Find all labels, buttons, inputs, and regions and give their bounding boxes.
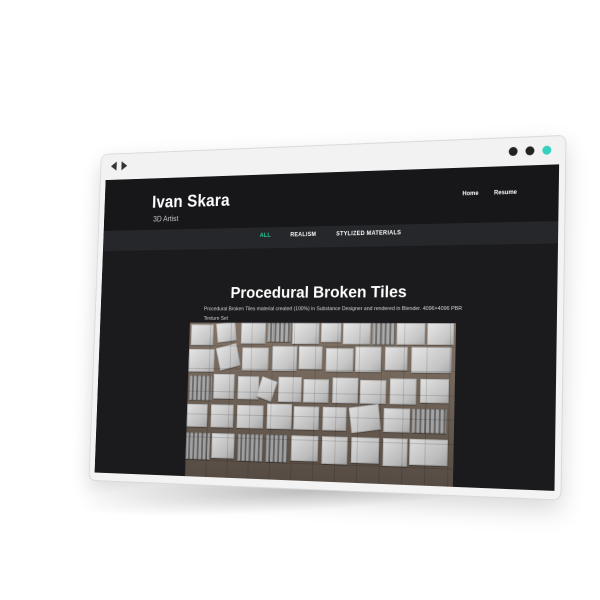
filter-stylized-materials[interactable]: STYLIZED MATERIALS <box>336 230 401 237</box>
top-navigation: Home Resume <box>462 190 517 198</box>
home-link[interactable]: Home <box>462 191 478 197</box>
window-dot-right[interactable] <box>542 145 552 155</box>
resume-link[interactable]: Resume <box>494 190 517 197</box>
browser-frame: Ivan Skara 3D Artist Home Resume ALL REA… <box>88 134 567 501</box>
window-dot-left[interactable] <box>508 146 518 157</box>
filter-realism[interactable]: REALISM <box>290 232 316 238</box>
browser-navigation <box>110 161 128 171</box>
project-description: Procedural Broken Tiles material created… <box>203 305 463 322</box>
stage: Ivan Skara 3D Artist Home Resume ALL REA… <box>0 0 600 600</box>
window-dot-middle[interactable] <box>525 146 535 156</box>
category-filters: ALL REALISM STYLIZED MATERIALS <box>260 230 402 239</box>
window-controls <box>508 145 552 157</box>
forward-icon[interactable] <box>121 161 128 171</box>
website-viewport: Ivan Skara 3D Artist Home Resume ALL REA… <box>94 164 560 491</box>
site-subtitle: 3D Artist <box>153 214 179 224</box>
project-title: Procedural Broken Tiles <box>230 282 407 303</box>
material-preview-image <box>184 322 457 487</box>
back-icon[interactable] <box>110 161 117 171</box>
filter-all[interactable]: ALL <box>260 233 271 239</box>
image-shading <box>184 322 457 487</box>
browser-mockup: Ivan Skara 3D Artist Home Resume ALL REA… <box>88 134 567 501</box>
site-name: Ivan Skara <box>151 190 231 212</box>
